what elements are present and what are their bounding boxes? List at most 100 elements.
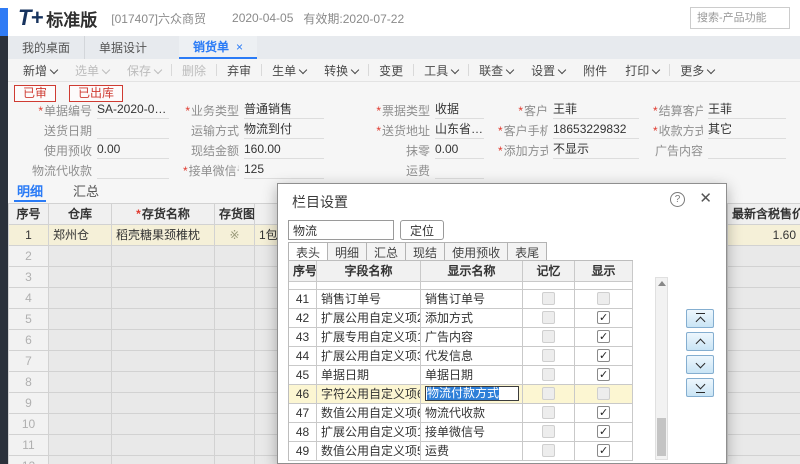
field-value[interactable]: 18653229832 xyxy=(553,121,639,139)
field-value[interactable]: 山东省青岛市平... xyxy=(435,121,484,139)
field-value[interactable] xyxy=(435,161,484,179)
field-name-cell[interactable]: 扩展公用自定义项2 xyxy=(317,309,421,328)
move-down-button[interactable] xyxy=(686,355,714,374)
column-filter-input[interactable] xyxy=(288,220,394,240)
toolbar-item-convert[interactable]: 转换 xyxy=(324,62,358,79)
memory-checkbox[interactable] xyxy=(542,444,555,457)
row-cell[interactable]: 1.60 xyxy=(728,225,800,246)
show-checkbox[interactable] xyxy=(597,425,610,438)
tab-voucher-design[interactable]: 单据设计 xyxy=(84,36,161,59)
display-name-cell[interactable]: 添加方式 xyxy=(421,309,523,328)
move-top-button[interactable] xyxy=(686,309,714,328)
row-cell[interactable]: ※ xyxy=(215,225,255,246)
field-value[interactable]: 其它 xyxy=(708,121,786,139)
locate-button[interactable]: 定位 xyxy=(400,220,444,240)
field-name-cell[interactable]: 数值公用自定义项6 xyxy=(317,404,421,423)
tab-my-desktop[interactable]: 我的桌面 xyxy=(8,36,84,59)
scroll-up-icon[interactable] xyxy=(658,281,666,286)
field-name-cell[interactable]: 扩展公用自定义项3 xyxy=(317,347,421,366)
form-field: 抹零0.00 xyxy=(338,140,498,160)
field-name-cell[interactable]: 扩展专用自定义项1 xyxy=(317,328,421,347)
show-checkbox[interactable] xyxy=(597,368,610,381)
field-value[interactable]: 王菲 xyxy=(553,101,639,119)
display-name-cell[interactable]: 物流代收款 xyxy=(421,404,523,423)
field-value[interactable]: 0.00 xyxy=(97,141,169,159)
dialog-partial-row xyxy=(289,282,633,290)
field-name-cell[interactable]: 单据日期 xyxy=(317,366,421,385)
display-name-cell[interactable]: 运费 xyxy=(421,442,523,461)
tab-sales-order-label: 销货单 xyxy=(193,38,229,55)
memory-checkbox[interactable] xyxy=(542,311,555,324)
field-value[interactable]: 收据 xyxy=(435,101,484,119)
tab-summary[interactable]: 汇总 xyxy=(70,181,102,202)
dialog-scrollbar[interactable] xyxy=(655,277,668,460)
show-checkbox[interactable] xyxy=(597,349,610,362)
display-name-cell[interactable]: 代发信息 xyxy=(421,347,523,366)
show-checkbox[interactable] xyxy=(597,330,610,343)
field-name-cell[interactable]: 销售订单号 xyxy=(317,290,421,309)
toolbar-item-attachment[interactable]: 附件 xyxy=(583,62,607,79)
show-checkbox[interactable] xyxy=(597,406,610,419)
dialog-table-row: 49数值公用自定义项5运费 xyxy=(289,442,633,461)
form-field: *业务类型普通销售 xyxy=(183,100,338,120)
field-name-cell[interactable]: 字符公用自定义项6 xyxy=(317,385,421,404)
display-name-cell[interactable]: 广告内容 xyxy=(421,328,523,347)
field-name-cell[interactable]: 数值公用自定义项5 xyxy=(317,442,421,461)
field-value[interactable]: 0.00 xyxy=(435,141,484,159)
row-cell[interactable]: 郑州仓 xyxy=(49,225,112,246)
row-cell[interactable]: 1 xyxy=(9,225,49,246)
move-bottom-icon xyxy=(696,392,705,393)
required-marker: * xyxy=(185,104,190,118)
show-checkbox[interactable] xyxy=(597,311,610,324)
toolbar-item-unaudit[interactable]: 弃审 xyxy=(227,62,251,79)
row-cell[interactable]: 稻壳糖果颈椎枕 xyxy=(112,225,215,246)
display-name-cell[interactable]: 单据日期 xyxy=(421,366,523,385)
scrollbar-thumb[interactable] xyxy=(657,418,666,456)
move-up-button[interactable] xyxy=(686,332,714,351)
display-name-cell[interactable]: 物流付款方式 xyxy=(421,385,523,404)
toolbar-item-more[interactable]: 更多 xyxy=(680,62,714,79)
help-icon[interactable]: ? xyxy=(670,192,685,207)
memory-checkbox[interactable] xyxy=(542,368,555,381)
toolbar-item-linked-query[interactable]: 联查 xyxy=(479,62,513,79)
toolbar-item-new[interactable]: 新增 xyxy=(23,62,57,79)
field-value[interactable] xyxy=(97,121,169,139)
memory-checkbox[interactable] xyxy=(542,406,555,419)
toolbar-item-save[interactable]: 保存 xyxy=(127,62,161,79)
memory-checkbox[interactable] xyxy=(542,425,555,438)
move-bottom-button[interactable] xyxy=(686,378,714,397)
product-search-input[interactable] xyxy=(690,7,790,29)
field-value[interactable]: 不显示 xyxy=(553,141,639,159)
show-checkbox[interactable] xyxy=(597,387,610,400)
show-checkbox[interactable] xyxy=(597,292,610,305)
toolbar-item-delete[interactable]: 删除 xyxy=(182,62,206,79)
toolbar-item-settings[interactable]: 设置 xyxy=(531,62,565,79)
field-value[interactable]: 物流到付 xyxy=(244,121,324,139)
field-value[interactable]: 125 xyxy=(244,161,324,179)
tab-detail[interactable]: 明细 xyxy=(14,181,46,202)
memory-checkbox[interactable] xyxy=(542,330,555,343)
display-name-input[interactable]: 物流付款方式 xyxy=(425,386,519,401)
toolbar-item-tools[interactable]: 工具 xyxy=(424,62,458,79)
memory-checkbox[interactable] xyxy=(542,349,555,362)
toolbar-item-select-order[interactable]: 选单 xyxy=(75,62,109,79)
field-name-cell[interactable]: 扩展公用自定义项1 xyxy=(317,423,421,442)
toolbar-item-change[interactable]: 变更 xyxy=(379,62,403,79)
tab-sales-order[interactable]: 销货单 × xyxy=(179,36,257,59)
field-value[interactable] xyxy=(708,141,786,159)
toolbar-item-generate[interactable]: 生单 xyxy=(272,62,306,79)
display-name-cell[interactable]: 销售订单号 xyxy=(421,290,523,309)
display-name-cell[interactable]: 接单微信号 xyxy=(421,423,523,442)
field-value[interactable]: SA-2020-04-0028 xyxy=(97,101,169,119)
show-checkbox[interactable] xyxy=(597,444,610,457)
field-value[interactable]: 王菲 xyxy=(708,101,786,119)
toolbar-item-print[interactable]: 打印 xyxy=(625,62,659,79)
memory-checkbox[interactable] xyxy=(542,292,555,305)
close-icon[interactable]: ✕ xyxy=(699,189,712,207)
memory-checkbox[interactable] xyxy=(542,387,555,400)
field-value[interactable]: 160.00 xyxy=(244,141,324,159)
row-number: 12 xyxy=(9,456,49,464)
field-value[interactable]: 普通销售 xyxy=(244,101,324,119)
close-tab-icon[interactable]: × xyxy=(236,40,243,54)
field-value[interactable] xyxy=(97,161,169,179)
